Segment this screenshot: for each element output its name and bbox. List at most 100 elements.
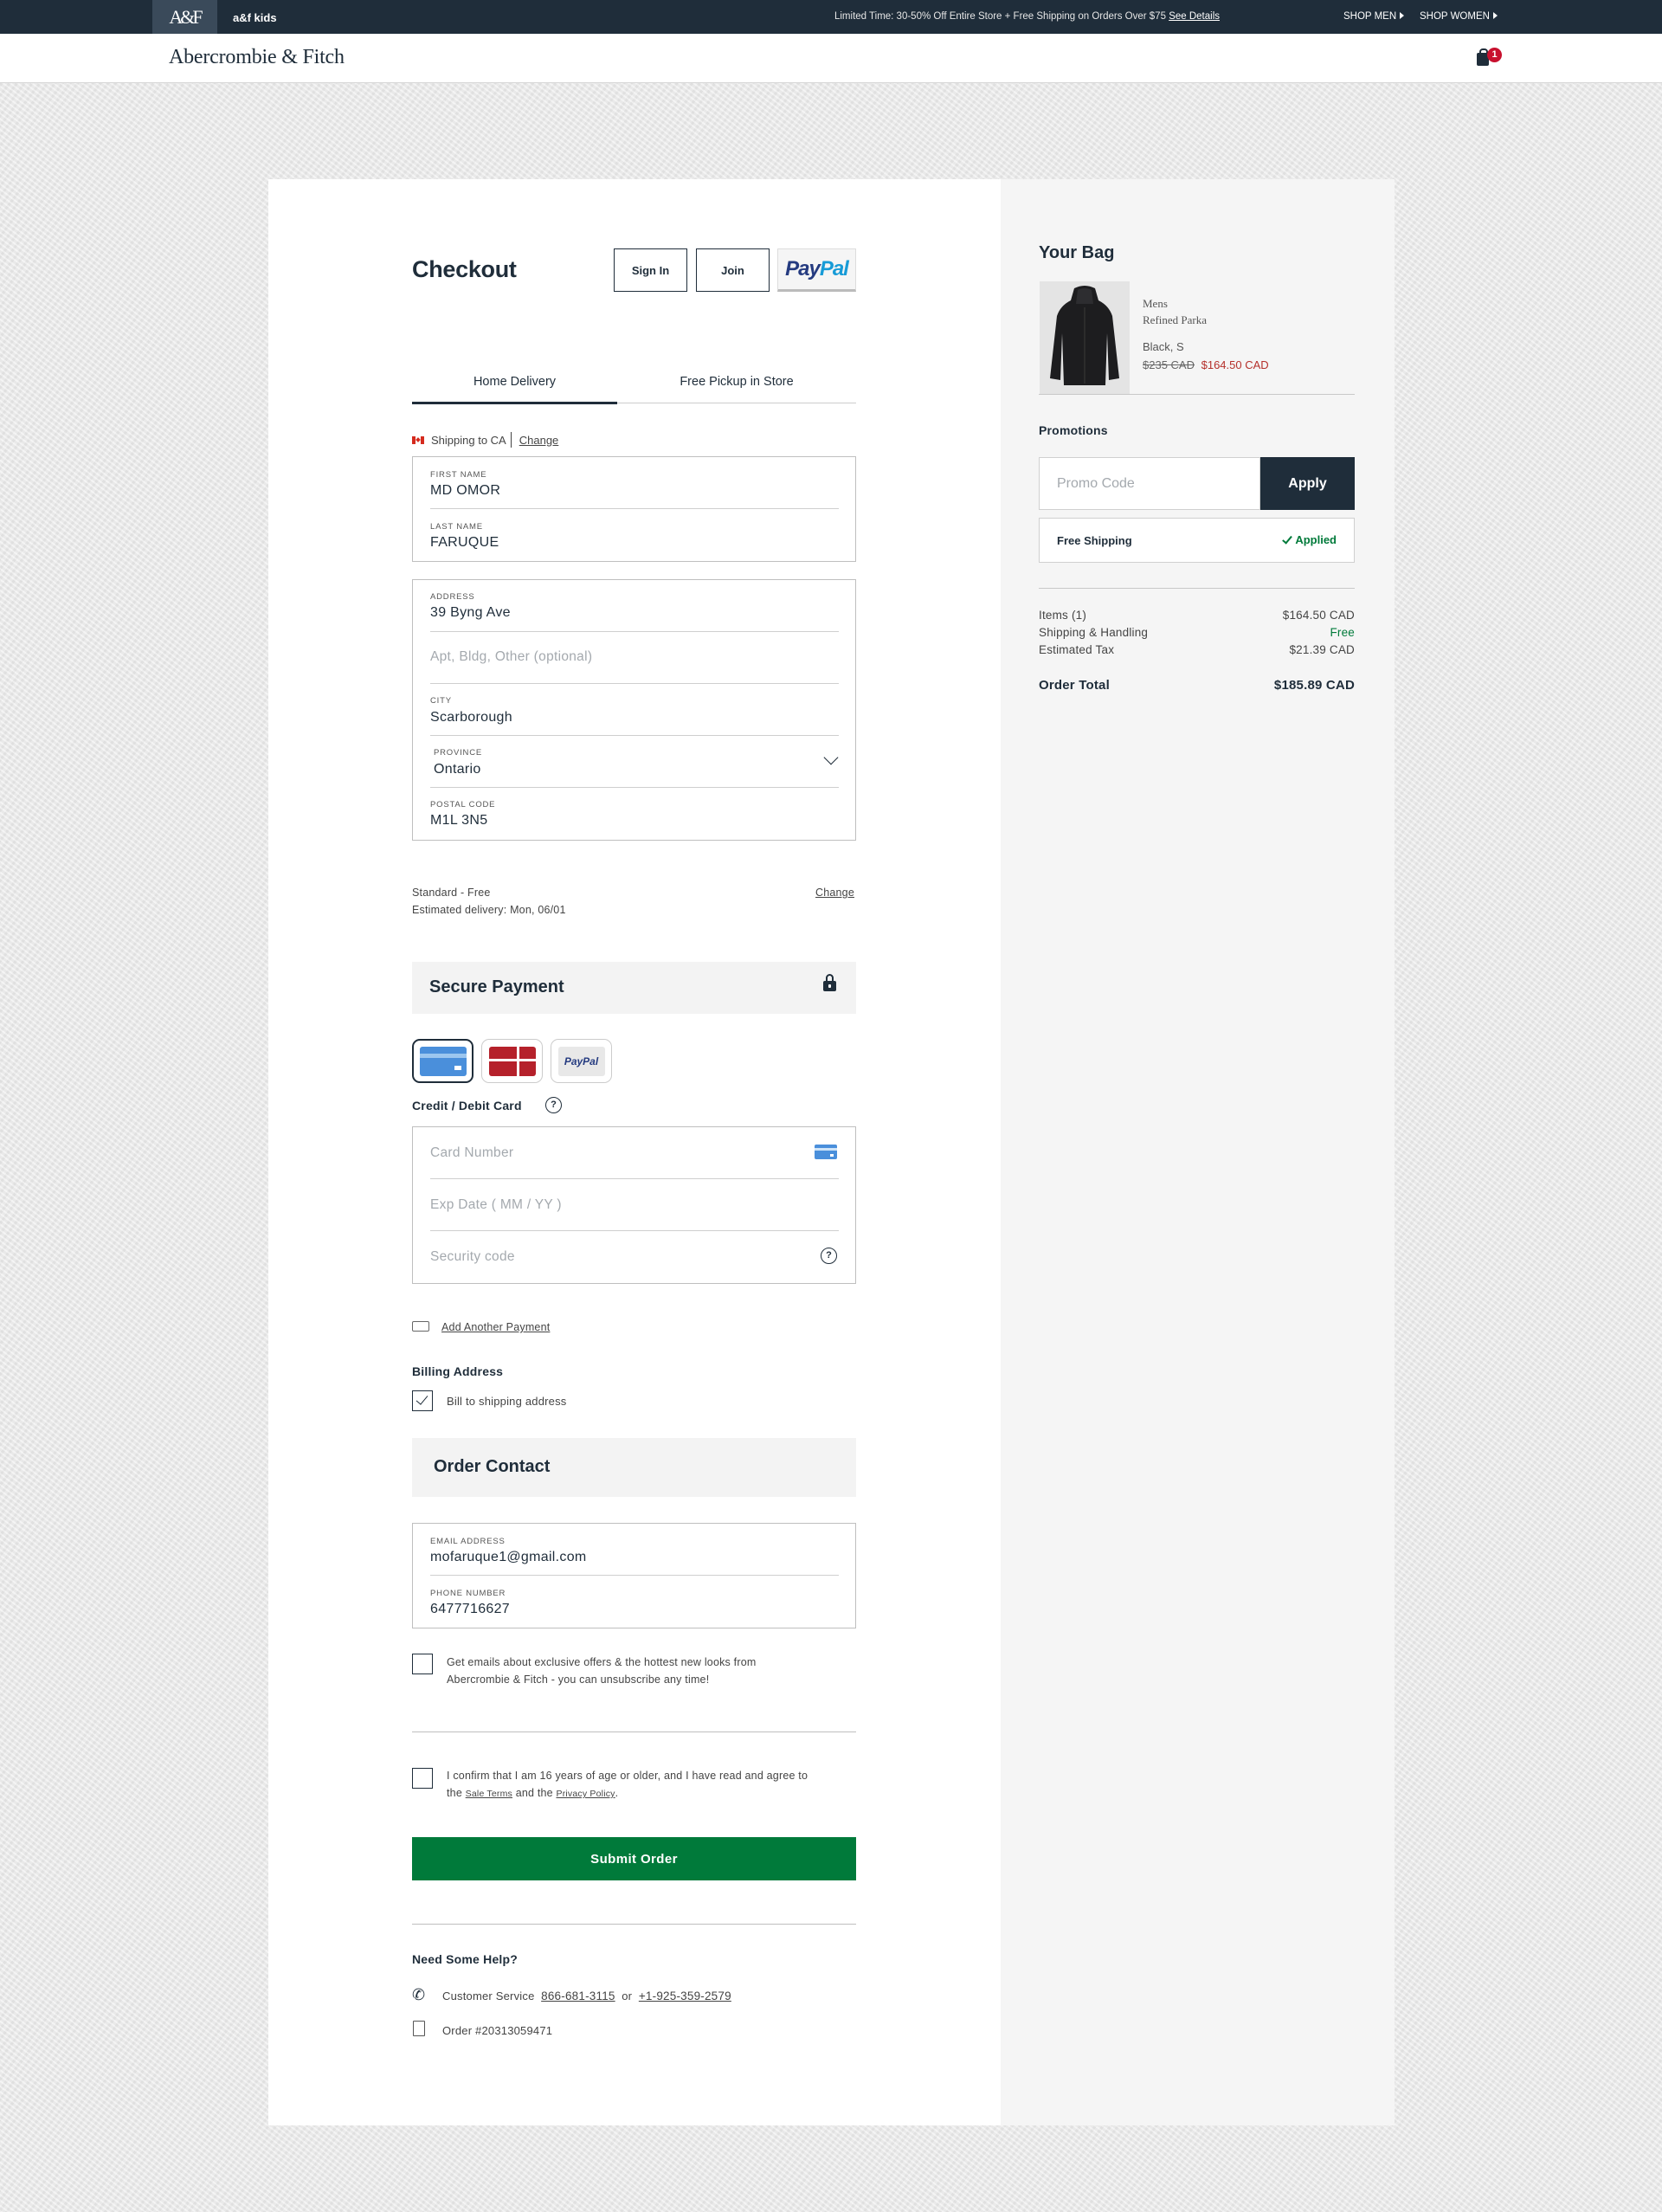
customer-service-row: Customer Service 866-681-3115 or +1-925-… <box>442 1990 731 2002</box>
applied-status: Applied <box>1282 533 1337 546</box>
credit-card-icon <box>419 1046 467 1076</box>
bill-to-shipping-checkbox[interactable] <box>412 1390 433 1411</box>
cvv-help-icon[interactable]: ? <box>821 1248 837 1264</box>
product-variant: Black, S <box>1143 340 1184 353</box>
change-country-link[interactable]: Change <box>519 434 559 447</box>
page-title: Checkout <box>412 256 517 282</box>
sign-in-button[interactable]: Sign In <box>614 248 687 292</box>
summary-items-row: Items (1) $164.50 CAD <box>1039 609 1355 622</box>
bag-title: Your Bag <box>1039 243 1115 262</box>
shop-women-label: SHOP WOMEN <box>1420 11 1490 22</box>
city-label: CITY <box>430 696 452 706</box>
free-shipping-label: Free Shipping <box>1057 534 1132 547</box>
product-category: Mens <box>1143 297 1168 310</box>
age-terms-the: the <box>447 1787 462 1799</box>
join-button[interactable]: Join <box>696 248 770 292</box>
tab-home-delivery[interactable]: Home Delivery <box>412 359 617 404</box>
sale-price: $164.50 CAD <box>1201 358 1269 371</box>
postal-code-value: M1L 3N5 <box>430 813 488 828</box>
phone-link-2[interactable]: +1-925-359-2579 <box>639 1990 731 2002</box>
shop-men-label: SHOP MEN <box>1343 11 1397 22</box>
help-icon[interactable]: ? <box>545 1097 562 1113</box>
paypal-option[interactable]: PayPal <box>551 1039 612 1083</box>
see-details-link[interactable]: See Details <box>1169 11 1220 22</box>
submit-order-button[interactable]: Submit Order <box>412 1837 856 1880</box>
summary-shipping-row: Shipping & Handling Free <box>1039 626 1355 639</box>
phone-link-1[interactable]: 866-681-3115 <box>541 1990 615 2002</box>
credit-card-option[interactable] <box>412 1039 473 1083</box>
promo-message-text: Limited Time: 30-50% Off Entire Store + … <box>834 11 1166 22</box>
age-terms-line2: the Sale Terms and the Privacy Policy. <box>447 1787 618 1799</box>
first-name-value: MD OMOR <box>430 483 501 498</box>
add-another-payment-link[interactable]: Add Another Payment <box>441 1321 550 1333</box>
secure-payment-header: Secure Payment <box>412 962 856 1014</box>
shop-men-link[interactable]: SHOP MEN <box>1343 11 1405 22</box>
last-name-label: LAST NAME <box>430 522 483 532</box>
email-label: EMAIL ADDRESS <box>430 1537 506 1546</box>
secure-payment-title: Secure Payment <box>429 977 564 996</box>
divider <box>1039 394 1355 395</box>
postal-code-field[interactable]: POSTAL CODE M1L 3N5 <box>430 788 839 840</box>
apt-field[interactable]: Apt, Bldg, Other (optional) <box>430 632 839 684</box>
tax-value: $21.39 CAD <box>1289 643 1355 656</box>
promo-code-input[interactable]: Promo Code <box>1039 457 1260 510</box>
exp-date-placeholder: Exp Date ( MM / YY ) <box>430 1197 562 1212</box>
last-name-value: FARUQUE <box>430 535 499 550</box>
canada-flag-icon <box>412 435 424 444</box>
paypal-icon: PayPal <box>557 1046 605 1076</box>
city-value: Scarborough <box>430 710 512 725</box>
shipping-value: Free <box>1330 626 1355 639</box>
af-monogram-logo[interactable]: A&F <box>152 0 217 34</box>
email-optin-checkbox[interactable] <box>412 1654 433 1674</box>
help-heading: Need Some Help? <box>412 1952 519 1966</box>
shipping-label: Shipping & Handling <box>1039 626 1149 639</box>
gift-card-option[interactable] <box>481 1039 543 1083</box>
order-number: Order #20313059471 <box>442 2024 553 2037</box>
product-name[interactable]: Refined Parka <box>1143 313 1207 327</box>
first-name-label: FIRST NAME <box>430 470 487 480</box>
applied-label: Applied <box>1295 533 1337 546</box>
sale-terms-link[interactable]: Sale Terms <box>466 1789 512 1799</box>
first-name-field[interactable]: FIRST NAME MD OMOR <box>430 457 839 509</box>
age-terms-checkbox[interactable] <box>412 1768 433 1789</box>
product-image[interactable] <box>1040 281 1130 394</box>
promo-bar: A&F a&f kids Limited Time: 30-50% Off En… <box>0 0 1662 34</box>
paypal-logo-pal: Pal <box>819 257 849 281</box>
product-price: $235 CAD $164.50 CAD <box>1143 358 1269 371</box>
paypal-express-button[interactable]: Pay Pal <box>777 248 856 292</box>
summary-total-row: Order Total $185.89 CAD <box>1039 678 1355 693</box>
age-terms-line1: I confirm that I am 16 years of age or o… <box>447 1770 808 1782</box>
tax-label: Estimated Tax <box>1039 643 1115 656</box>
caret-right-icon <box>1400 12 1405 19</box>
credit-card-icon <box>815 1145 837 1159</box>
province-label: PROVINCE <box>434 748 483 758</box>
phone-icon: ✆ <box>412 1986 426 2003</box>
province-value: Ontario <box>434 762 481 777</box>
shop-women-link[interactable]: SHOP WOMEN <box>1420 11 1498 22</box>
card-number-field[interactable]: Card Number <box>430 1127 839 1179</box>
original-price: $235 CAD <box>1143 358 1195 371</box>
change-delivery-link[interactable]: Change <box>815 887 854 899</box>
email-optin-line1: Get emails about exclusive offers & the … <box>447 1656 757 1668</box>
apply-promo-button[interactable]: Apply <box>1260 457 1355 510</box>
phone-label: PHONE NUMBER <box>430 1589 506 1598</box>
age-terms-and: and the <box>515 1787 553 1799</box>
security-code-field[interactable]: Security code ? <box>430 1231 839 1283</box>
brand-logo[interactable]: Abercrombie & Fitch <box>169 46 345 69</box>
order-contact-title: Order Contact <box>434 1457 551 1476</box>
promo-message: Limited Time: 30-50% Off Entire Store + … <box>834 11 1220 22</box>
city-field[interactable]: CITY Scarborough <box>430 684 839 736</box>
address-field[interactable]: ADDRESS 39 Byng Ave <box>430 580 839 632</box>
last-name-field[interactable]: LAST NAME FARUQUE <box>430 509 839 561</box>
wallet-icon <box>412 1321 429 1332</box>
items-label: Items (1) <box>1039 609 1087 622</box>
phone-field[interactable]: PHONE NUMBER 6477716627 <box>430 1576 839 1628</box>
tab-store-pickup[interactable]: Free Pickup in Store <box>617 359 856 404</box>
exp-date-field[interactable]: Exp Date ( MM / YY ) <box>430 1179 839 1231</box>
privacy-policy-link[interactable]: Privacy Policy <box>556 1789 615 1799</box>
email-field[interactable]: EMAIL ADDRESS mofaruque1@gmail.com <box>430 1524 839 1576</box>
shipping-country-label: Shipping to CA <box>431 433 506 447</box>
af-kids-link[interactable]: a&f kids <box>233 11 277 24</box>
province-select[interactable]: PROVINCE Ontario <box>430 736 839 788</box>
caret-right-icon <box>1492 12 1498 19</box>
